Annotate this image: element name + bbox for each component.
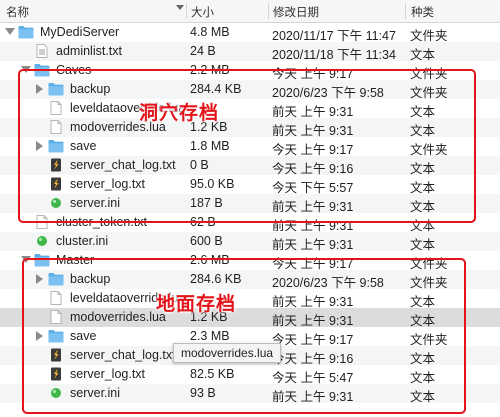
name-cell: cluster.ini [0,232,186,251]
column-divider[interactable] [405,3,406,19]
filename-tooltip: modoverrides.lua [173,343,282,363]
name-cell: MyDediServer [0,23,186,42]
name-cell: adminlist.txt [0,42,186,61]
file-size: 24 B [190,44,216,58]
column-header-date[interactable]: 修改日期 [273,4,319,20]
master-annotation-label: 地面存档 [156,293,237,315]
file-row[interactable]: cluster.ini 600 B 前天 上午 9:31 文本 [0,232,500,252]
ini-file-icon [34,234,50,248]
caves-highlight-box [18,69,476,223]
caves-annotation-label: 洞穴存档 [139,102,220,124]
file-size: 600 B [190,234,223,248]
file-size: 4.8 MB [190,25,230,39]
file-name: MyDediServer [40,25,120,39]
file-row[interactable]: MyDediServer 4.8 MB 2020/11/17 下午 11:47 文件夹 [0,23,500,43]
disclosure-open-icon[interactable] [5,28,15,35]
sort-ascending-icon [176,5,184,10]
column-divider[interactable] [268,3,269,19]
folder-icon [18,25,34,39]
master-highlight-box [22,258,466,414]
column-header-kind[interactable]: 种类 [411,4,434,20]
column-header-name[interactable]: 名称 [6,4,29,20]
file-row[interactable]: adminlist.txt 24 B 2020/11/18 下午 11:34 文本 [0,42,500,62]
file-name: adminlist.txt [56,44,122,58]
column-header: 名称 大小 修改日期 种类 [0,0,500,23]
column-header-size[interactable]: 大小 [191,4,214,20]
column-divider[interactable] [186,3,187,19]
file-name: cluster.ini [56,234,109,248]
text-file-icon [34,44,50,58]
